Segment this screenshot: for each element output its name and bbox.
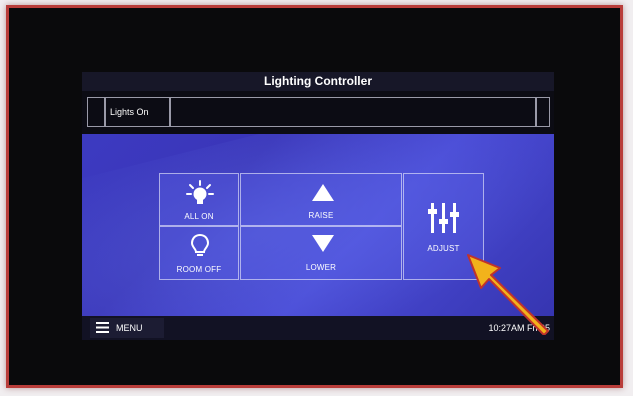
annotation-arrow-icon	[467, 254, 549, 335]
lower-button[interactable]: LOWER	[240, 226, 402, 280]
menu-label: MENU	[116, 323, 143, 333]
lightbulb-off-icon	[190, 233, 210, 256]
all-on-label: ALL ON	[184, 212, 214, 221]
page-title: Lighting Controller	[82, 72, 554, 91]
status-left-segment	[87, 97, 105, 127]
sliders-icon	[428, 203, 459, 233]
room-off-button[interactable]: ROOM OFF	[159, 226, 239, 280]
status-label: Lights On	[105, 97, 170, 127]
status-display-area	[170, 97, 536, 127]
menu-button[interactable]: MENU	[90, 318, 164, 338]
room-off-label: ROOM OFF	[176, 265, 222, 274]
triangle-down-icon	[312, 235, 334, 252]
lightbulb-on-icon	[186, 180, 214, 204]
all-on-button[interactable]: ALL ON	[159, 173, 239, 226]
status-strip: Lights On	[82, 91, 554, 134]
hamburger-icon	[96, 322, 109, 333]
raise-button[interactable]: RAISE	[240, 173, 402, 226]
triangle-up-icon	[312, 184, 334, 201]
status-right-segment	[536, 97, 550, 127]
raise-label: RAISE	[308, 211, 334, 220]
lower-label: LOWER	[305, 263, 337, 272]
